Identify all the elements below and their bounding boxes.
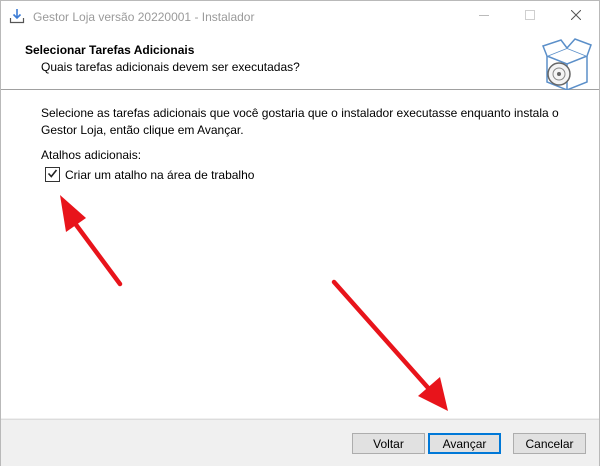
desktop-shortcut-label[interactable]: Criar um atalho na área de trabalho xyxy=(65,168,254,182)
checkmark-icon xyxy=(47,168,58,182)
maximize-button[interactable] xyxy=(507,1,553,31)
installer-window: Gestor Loja versão 20220001 - Instalador… xyxy=(0,0,600,466)
window-title: Gestor Loja versão 20220001 - Instalador xyxy=(33,10,255,24)
installer-download-icon xyxy=(9,8,25,24)
title-bar[interactable]: Gestor Loja versão 20220001 - Instalador xyxy=(1,1,599,31)
instructions-text: Selecione as tarefas adicionais que você… xyxy=(41,106,559,137)
wizard-body: Selecione as tarefas adicionais que você… xyxy=(1,90,599,418)
page-subtitle: Quais tarefas adicionais devem ser execu… xyxy=(41,60,300,74)
page-title: Selecionar Tarefas Adicionais xyxy=(25,43,195,57)
next-button[interactable]: Avançar xyxy=(428,433,501,454)
cancel-button[interactable]: Cancelar xyxy=(513,433,586,454)
setup-box-disc-icon xyxy=(541,36,593,92)
task-desktop-shortcut[interactable]: Criar um atalho na área de trabalho xyxy=(45,167,254,182)
back-button[interactable]: Voltar xyxy=(352,433,425,454)
minimize-icon xyxy=(479,9,489,23)
close-icon xyxy=(570,9,582,23)
maximize-icon xyxy=(525,9,535,23)
wizard-footer: Voltar Avançar Cancelar xyxy=(1,419,599,466)
close-button[interactable] xyxy=(553,1,599,31)
desktop-shortcut-checkbox[interactable] xyxy=(45,167,60,182)
wizard-header: Selecionar Tarefas Adicionais Quais tare… xyxy=(1,31,599,92)
group-label: Atalhos adicionais: xyxy=(41,148,142,162)
minimize-button[interactable] xyxy=(461,1,507,31)
